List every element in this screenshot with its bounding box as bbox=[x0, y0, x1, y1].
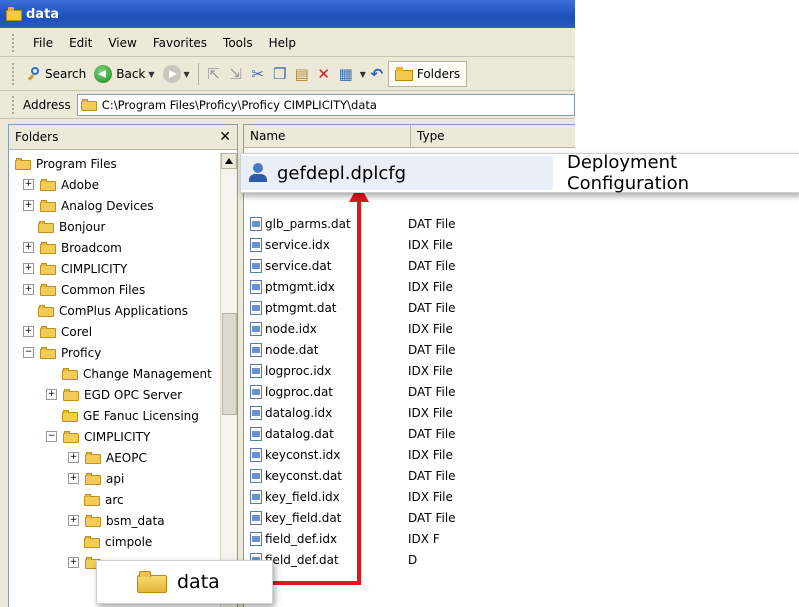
folder-icon bbox=[137, 571, 167, 593]
callout-file-type: Deployment Configuration bbox=[567, 152, 690, 194]
annotation-arrow bbox=[234, 184, 369, 585]
arrow-line bbox=[234, 200, 361, 585]
file-callout: gefdepl.dplcfg Deployment Configuration bbox=[240, 152, 799, 194]
folder-callout: data bbox=[96, 560, 273, 604]
callout-file-name: gefdepl.dplcfg bbox=[277, 162, 406, 184]
callout-folder-name[interactable]: data bbox=[177, 571, 220, 593]
deployment-config-icon bbox=[249, 163, 267, 183]
selected-file[interactable]: gefdepl.dplcfg bbox=[241, 156, 553, 190]
